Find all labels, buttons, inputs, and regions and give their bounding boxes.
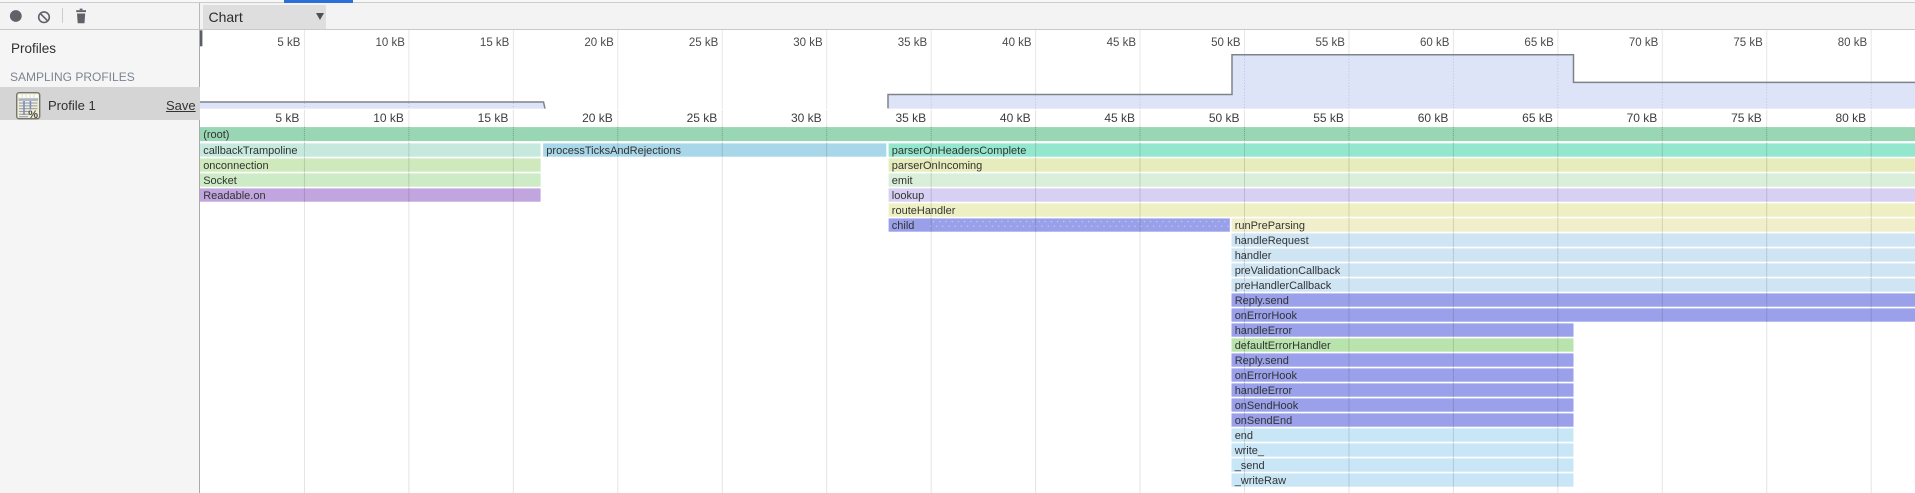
svg-text:handleError: handleError: [1235, 385, 1293, 397]
svg-text:20 kB: 20 kB: [584, 37, 614, 49]
svg-text:60 kB: 60 kB: [1418, 111, 1449, 125]
svg-text:80 kB: 80 kB: [1836, 111, 1867, 125]
svg-text:Readable.on: Readable.on: [203, 190, 265, 202]
svg-text:_send: _send: [1234, 460, 1265, 472]
svg-text:emit: emit: [892, 175, 913, 187]
svg-text:routeHandler: routeHandler: [892, 205, 956, 217]
svg-text:70 kB: 70 kB: [1629, 37, 1659, 49]
svg-text:(root): (root): [203, 129, 229, 141]
svg-text:defaultErrorHandler: defaultErrorHandler: [1235, 340, 1331, 352]
svg-text:65 kB: 65 kB: [1522, 111, 1553, 125]
svg-text:55 kB: 55 kB: [1313, 111, 1344, 125]
svg-text:45 kB: 45 kB: [1104, 111, 1135, 125]
svg-text:35 kB: 35 kB: [895, 111, 926, 125]
svg-text:55 kB: 55 kB: [1316, 37, 1346, 49]
svg-text:processTicksAndRejections: processTicksAndRejections: [546, 145, 681, 157]
svg-text:handler: handler: [1235, 250, 1272, 262]
svg-text:40 kB: 40 kB: [1000, 111, 1031, 125]
svg-text:10 kB: 10 kB: [373, 111, 404, 125]
svg-text:40 kB: 40 kB: [1002, 37, 1032, 49]
svg-text:65 kB: 65 kB: [1524, 37, 1554, 49]
svg-text:end: end: [1235, 430, 1253, 442]
svg-text:lookup: lookup: [892, 190, 924, 202]
svg-text:80 kB: 80 kB: [1838, 37, 1868, 49]
svg-text:75 kB: 75 kB: [1733, 37, 1763, 49]
svg-text:child: child: [892, 220, 915, 232]
svg-text:handleRequest: handleRequest: [1235, 235, 1309, 247]
svg-text:60 kB: 60 kB: [1420, 37, 1450, 49]
svg-text:preHandlerCallback: preHandlerCallback: [1235, 280, 1332, 292]
svg-text:onconnection: onconnection: [203, 160, 268, 172]
svg-text:Socket: Socket: [203, 175, 237, 187]
svg-text:5 kB: 5 kB: [277, 37, 300, 49]
svg-text:10 kB: 10 kB: [375, 37, 405, 49]
svg-text:preValidationCallback: preValidationCallback: [1235, 265, 1341, 277]
svg-text:70 kB: 70 kB: [1627, 111, 1658, 125]
svg-text:20 kB: 20 kB: [582, 111, 613, 125]
svg-text:_writeRaw: _writeRaw: [1234, 475, 1286, 487]
svg-text:parserOnIncoming: parserOnIncoming: [892, 160, 983, 172]
svg-text:15 kB: 15 kB: [478, 111, 509, 125]
svg-text:30 kB: 30 kB: [793, 37, 823, 49]
svg-text:5 kB: 5 kB: [275, 111, 299, 125]
svg-text:Reply.send: Reply.send: [1235, 295, 1289, 307]
svg-text:30 kB: 30 kB: [791, 111, 822, 125]
svg-text:25 kB: 25 kB: [687, 111, 718, 125]
svg-text:50 kB: 50 kB: [1211, 37, 1241, 49]
svg-text:onSendEnd: onSendEnd: [1235, 415, 1293, 427]
svg-text:write_: write_: [1234, 445, 1265, 457]
svg-text:handleError: handleError: [1235, 325, 1293, 337]
svg-text:50 kB: 50 kB: [1209, 111, 1240, 125]
svg-text:%: %: [28, 109, 38, 120]
svg-text:75 kB: 75 kB: [1731, 111, 1762, 125]
svg-text:45 kB: 45 kB: [1107, 37, 1137, 49]
svg-text:15 kB: 15 kB: [480, 37, 510, 49]
svg-text:parserOnHeadersComplete: parserOnHeadersComplete: [892, 145, 1027, 157]
svg-text:runPreParsing: runPreParsing: [1235, 220, 1305, 232]
svg-text:35 kB: 35 kB: [898, 37, 928, 49]
svg-text:25 kB: 25 kB: [689, 37, 719, 49]
svg-text:callbackTrampoline: callbackTrampoline: [203, 145, 297, 157]
svg-text:Reply.send: Reply.send: [1235, 355, 1289, 367]
